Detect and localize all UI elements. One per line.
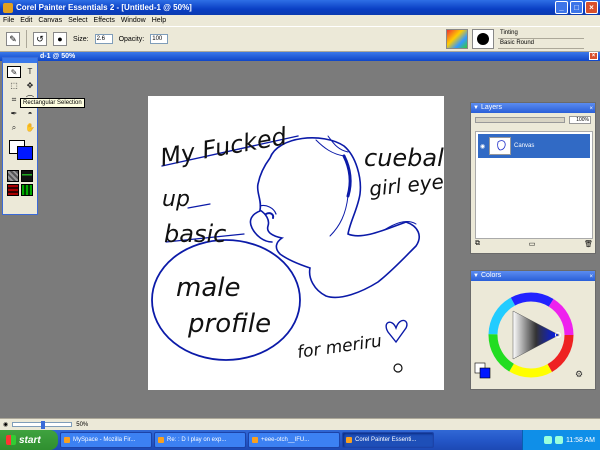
document-title-bar[interactable]: d-1 @ 50% × [0, 52, 600, 61]
layer-name: Canvas [514, 143, 535, 149]
drawing-canvas[interactable]: My Fucked up basic male profile cueball … [148, 96, 444, 390]
sketch-basic: basic [164, 220, 226, 248]
delete-layer-icon[interactable]: 🗑 [584, 240, 593, 250]
tool-tooltip: Rectangular Selection [20, 98, 85, 108]
sketch-cueball: cueball [364, 144, 444, 172]
layer-thumbnail [489, 137, 511, 155]
opacity-field[interactable]: 100 [150, 34, 169, 44]
sketch-profile: profile [187, 309, 271, 339]
toolbox: ✎ T ⬚ ✥ ⌗ ⌒ ✒ ◓ ⌕ ✋ [2, 57, 38, 215]
divider [26, 30, 27, 48]
status-bar: ◉ 50% [0, 418, 600, 430]
layers-panel-header[interactable]: ▼ Layers × [471, 103, 595, 113]
paint-bucket-icon[interactable]: ◓ [23, 108, 37, 120]
brush-variant-label[interactable]: Basic Round [498, 39, 584, 49]
brush-tool-icon[interactable]: ✎ [7, 66, 21, 78]
minimize-button[interactable]: _ [555, 1, 568, 14]
size-field[interactable]: 2.6 [94, 34, 113, 44]
secondary-color-swatch[interactable] [17, 146, 33, 160]
layer-row-canvas[interactable]: ◉ Canvas [478, 134, 590, 158]
document-status-icon: ◉ [3, 422, 9, 428]
sketch-title: My Fucked [158, 122, 289, 172]
collapse-arrow-icon[interactable]: ▼ [473, 271, 479, 281]
layer-options-icon[interactable]: ⧉ [475, 240, 480, 250]
windows-logo-icon [6, 435, 16, 445]
tray-network-icon[interactable] [543, 436, 552, 444]
canvas-artwork: My Fucked up basic male profile cueball … [151, 122, 444, 373]
brush-variant-icon[interactable] [472, 29, 494, 49]
new-layer-icon[interactable]: ▭ [529, 240, 536, 250]
layer-opacity-field[interactable]: 100% [569, 116, 591, 124]
taskbar-item-folder[interactable]: +eee-otch__IFU... [248, 432, 340, 448]
brush-category-icon[interactable] [446, 29, 468, 49]
brush-tool-icon[interactable]: ✎ [6, 32, 20, 46]
menu-select[interactable]: Select [68, 17, 87, 24]
sketch-male: male [176, 273, 240, 303]
zoom-level[interactable]: 50% [76, 422, 88, 428]
move-tool-icon[interactable]: ✥ [23, 80, 37, 92]
window-title: Corel Painter Essentials 2 - [Untitled-1… [16, 3, 192, 12]
colors-options-icon[interactable]: ⚙ [575, 369, 583, 379]
weaving-selector-icon[interactable] [21, 184, 33, 196]
app-title-bar[interactable]: Corel Painter Essentials 2 - [Untitled-1… [0, 0, 600, 15]
sketch-up: up [162, 187, 190, 212]
taskbar-item-reply[interactable]: Re: : D I play on exp... [154, 432, 246, 448]
layers-panel: ▼ Layers × 100% ◉ Canvas ⧉ ▭ 🗑 [470, 102, 596, 254]
rect-select-icon[interactable]: ⬚ [7, 80, 21, 92]
opacity-label: Opacity: [118, 35, 145, 43]
maximize-button[interactable]: □ [570, 1, 583, 14]
zoom-slider[interactable] [12, 421, 73, 429]
start-button[interactable]: start [0, 430, 58, 450]
text-tool-icon[interactable]: T [23, 66, 37, 78]
menu-edit[interactable]: Edit [20, 17, 32, 24]
menu-effects[interactable]: Effects [94, 17, 115, 24]
brush-selector: Tinting Basic Round [446, 28, 600, 50]
start-label: start [19, 434, 41, 446]
document-title: d-1 @ 50% [40, 53, 76, 60]
crop-tool-icon[interactable]: ⌗ [7, 94, 21, 106]
menu-canvas[interactable]: Canvas [38, 17, 62, 24]
tray-volume-icon[interactable] [554, 436, 563, 444]
sketch-signature: for meriru [296, 331, 383, 363]
painter-app-icon [3, 2, 13, 13]
colors-panel-header[interactable]: ▼ Colors × [471, 271, 595, 281]
composite-method-select[interactable] [475, 117, 565, 123]
sketch-girleye: girl eye [368, 169, 444, 201]
taskbar-item-painter[interactable]: Corel Painter Essenti... [342, 432, 434, 448]
brush-shape-icon[interactable]: ● [53, 32, 67, 46]
reset-tool-icon[interactable]: ↺ [33, 32, 47, 46]
menu-help[interactable]: Help [152, 17, 166, 24]
layers-panel-title: Layers [481, 104, 503, 111]
windows-taskbar: start MySpace - Mozilla Fir... Re: : D I… [0, 430, 600, 450]
paper-selector-icon[interactable] [7, 170, 19, 182]
menu-bar: File Edit Canvas Select Effects Window H… [0, 15, 600, 26]
system-tray: 11:58 AM [522, 430, 600, 450]
gradient-selector-icon[interactable] [21, 170, 33, 182]
menu-window[interactable]: Window [121, 17, 146, 24]
layer-list: ◉ Canvas [475, 131, 593, 239]
brush-category-label[interactable]: Tinting [498, 29, 584, 39]
grabber-hand-icon[interactable]: ✋ [23, 122, 37, 134]
colors-panel-title: Colors [481, 272, 502, 279]
collapse-arrow-icon[interactable]: ▼ [473, 103, 479, 113]
clock[interactable]: 11:58 AM [566, 437, 595, 444]
menu-file[interactable]: File [3, 17, 14, 24]
colors-panel: ▼ Colors × ⚙ [470, 270, 596, 390]
color-wheel[interactable]: ⚙ [471, 281, 597, 389]
close-button[interactable]: × [585, 1, 598, 14]
visibility-eye-icon[interactable]: ◉ [480, 143, 486, 150]
magnifier-icon[interactable]: ⌕ [7, 122, 21, 134]
taskbar-item-firefox[interactable]: MySpace - Mozilla Fir... [60, 432, 152, 448]
panel-close-icon[interactable]: × [589, 104, 593, 114]
document-close-icon[interactable]: × [589, 52, 598, 60]
size-label: Size: [73, 35, 89, 43]
colors-secondary-swatch[interactable] [479, 367, 491, 379]
pattern-selector-icon[interactable] [7, 184, 19, 196]
eyedropper-icon[interactable]: ✒ [7, 108, 21, 120]
